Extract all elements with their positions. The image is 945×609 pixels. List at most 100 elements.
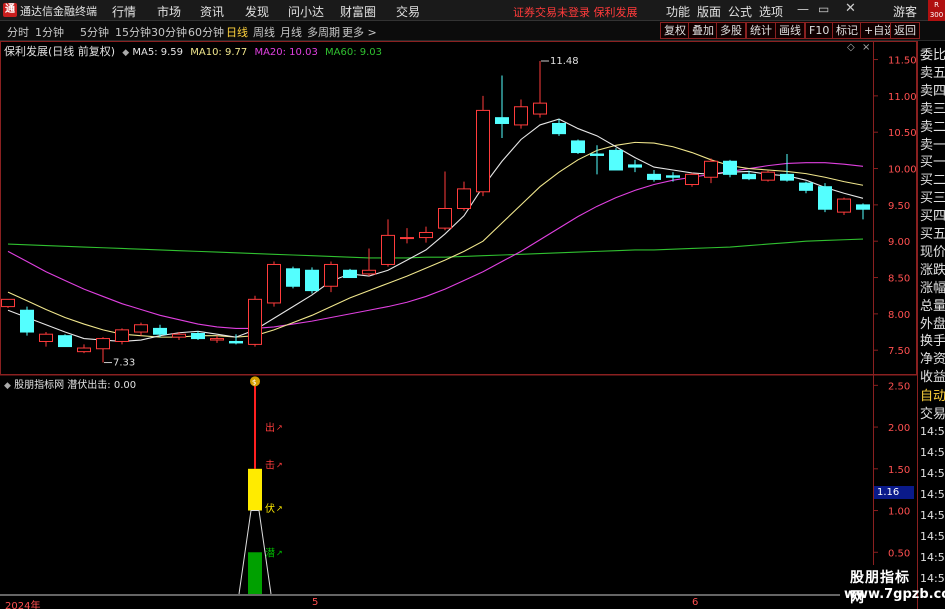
candle-body <box>343 269 357 279</box>
quote-row-label: 收益 <box>920 370 945 386</box>
menu-formula[interactable]: 公式 <box>728 3 752 20</box>
menu-news[interactable]: 资讯 <box>200 3 224 20</box>
signal-label: 伏 <box>265 502 275 515</box>
period-more[interactable]: 更多 > <box>342 24 377 40</box>
menu-layout[interactable]: 版面 <box>697 3 721 20</box>
sub-y-ticks: 2.50 2.00 1.50 1.00 0.50 <box>0 381 910 596</box>
auto-trade-toggle[interactable]: 自动 <box>920 385 945 404</box>
candle-body <box>96 338 110 350</box>
period-toolbar: 分时 1分钟 5分钟 15分钟 30分钟 60分钟 日线 周线 月线 多周期 更… <box>0 21 945 41</box>
signal-arrow-icon: ↗ <box>276 548 283 557</box>
indicator-settings-icon[interactable]: ◆ <box>4 381 11 391</box>
menu-options[interactable]: 选项 <box>759 3 783 20</box>
signal-arrow-icon: ↗ <box>276 423 283 432</box>
tick-time: 14:56 <box>920 551 945 564</box>
period-5min[interactable]: 5分钟 <box>80 24 109 40</box>
candle-body <box>229 340 243 344</box>
menu-wealth[interactable]: 财富圈 <box>340 3 376 20</box>
signal-arrow-icon: ↗ <box>276 461 283 470</box>
candle-body <box>780 173 794 181</box>
candle-body <box>685 173 699 186</box>
candle-body <box>856 204 870 210</box>
adjust-button[interactable]: 复权 <box>660 22 690 39</box>
panel-close-icon[interactable]: × <box>862 42 870 53</box>
restore-icon[interactable]: ▭ <box>818 2 829 16</box>
draw-line-button[interactable]: 画线 <box>775 22 805 39</box>
candle-body <box>723 160 737 175</box>
candle-body <box>837 198 851 213</box>
date-label-june: 6 <box>692 597 699 608</box>
overlay-button[interactable]: 叠加 <box>688 22 718 39</box>
candle-body <box>1 298 15 308</box>
candle-body <box>419 231 433 239</box>
candle-body <box>58 335 72 348</box>
multi-stock-button[interactable]: 多股 <box>716 22 746 39</box>
candle-body <box>77 347 91 353</box>
indicator-label[interactable]: 股朋指标网 潜伏出击: 0.00 <box>14 380 136 391</box>
candle-body <box>438 208 452 229</box>
period-multi[interactable]: 多周期 <box>307 24 340 40</box>
quote-row-label: 卖一 <box>920 137 945 153</box>
main-tick-label: 11.50 <box>888 56 917 67</box>
sub-tick-label: 0.50 <box>888 548 910 559</box>
period-60min[interactable]: 60分钟 <box>188 24 224 40</box>
app-logo-icon: 通 <box>3 3 17 17</box>
candle-body <box>362 269 376 275</box>
menu-function[interactable]: 功能 <box>666 3 690 20</box>
main-tick-label: 9.00 <box>888 237 910 248</box>
period-monthly[interactable]: 月线 <box>280 24 302 40</box>
quote-row-label: 买一 <box>920 155 945 171</box>
settings-diamond-icon[interactable]: ◆ <box>122 48 129 58</box>
stats-button[interactable]: 统计 <box>746 22 776 39</box>
signal-label: 潜 <box>265 546 275 559</box>
candle-body <box>286 268 300 287</box>
menu-trade[interactable]: 交易 <box>396 3 420 20</box>
period-15min[interactable]: 15分钟 <box>115 24 151 40</box>
quote-side-panel: 委比 卖五 卖四 卖三 卖二 卖一 买一 买二 买三 买四 买五 现价 涨跌 涨幅 总量 外盘 换手 净资 收益 自动… <box>917 41 945 609</box>
close-icon[interactable]: ✕ <box>845 1 856 16</box>
period-30min[interactable]: 30分钟 <box>151 24 187 40</box>
candle-body <box>514 106 528 126</box>
candle-body <box>571 140 585 154</box>
panel-settings-icon[interactable]: ◇ <box>847 42 855 53</box>
candle-body <box>647 173 661 180</box>
mark-button[interactable]: 标记 <box>832 22 862 39</box>
candle-body <box>39 333 53 342</box>
brand-logo-icon: R 300 <box>928 0 945 21</box>
login-warning[interactable]: 证券交易未登录 保利发展 <box>513 4 638 20</box>
tick-time: 14:56 <box>920 509 945 522</box>
candle-body <box>267 263 281 304</box>
stock-label[interactable]: 保利发展(日线 前复权) <box>4 45 115 58</box>
quote-row-label: 卖二 <box>920 119 945 135</box>
quote-row-label: 委比 <box>920 48 945 63</box>
candle-body <box>628 164 642 168</box>
sub-tick-label: 2.00 <box>888 423 910 434</box>
crosshair-value-badge: 1.16 <box>874 486 914 499</box>
quote-row-label: 换手 <box>920 334 945 350</box>
main-tick-label: 10.00 <box>888 165 917 176</box>
candle-body <box>476 109 490 193</box>
period-daily[interactable]: 日线 <box>226 24 248 40</box>
menu-discover[interactable]: 发现 <box>245 3 269 20</box>
indicator-plot: $出 ↗击 ↗伏 ↗潜 ↗ <box>238 376 283 595</box>
period-timeshare[interactable]: 分时 <box>7 24 29 40</box>
menu-quotes[interactable]: 行情 <box>112 3 136 20</box>
period-weekly[interactable]: 周线 <box>253 24 275 40</box>
back-button[interactable]: 返回 <box>890 22 920 39</box>
chart-area[interactable]: 11.50 11.00 10.50 10.00 9.50 9.00 8.50 8.00 7.50… <box>0 41 917 597</box>
period-1min[interactable]: 1分钟 <box>35 24 64 40</box>
candle-body <box>248 298 262 345</box>
candle-body <box>666 175 680 178</box>
menu-market[interactable]: 市场 <box>157 3 181 20</box>
candle-body <box>172 333 186 338</box>
high-price-label: 11.48 <box>550 56 579 67</box>
candle-body <box>305 269 319 292</box>
candle-body <box>20 309 34 333</box>
extrema-labels: 11.48 7.33 <box>113 56 579 369</box>
minimize-icon[interactable]: — <box>797 2 809 16</box>
f10-button[interactable]: F10 <box>805 22 834 39</box>
guest-label[interactable]: 游客 <box>893 3 917 20</box>
menu-ask[interactable]: 问小达 <box>288 3 324 20</box>
candle-body <box>742 173 756 180</box>
quote-row-label: 买四 <box>920 209 945 225</box>
